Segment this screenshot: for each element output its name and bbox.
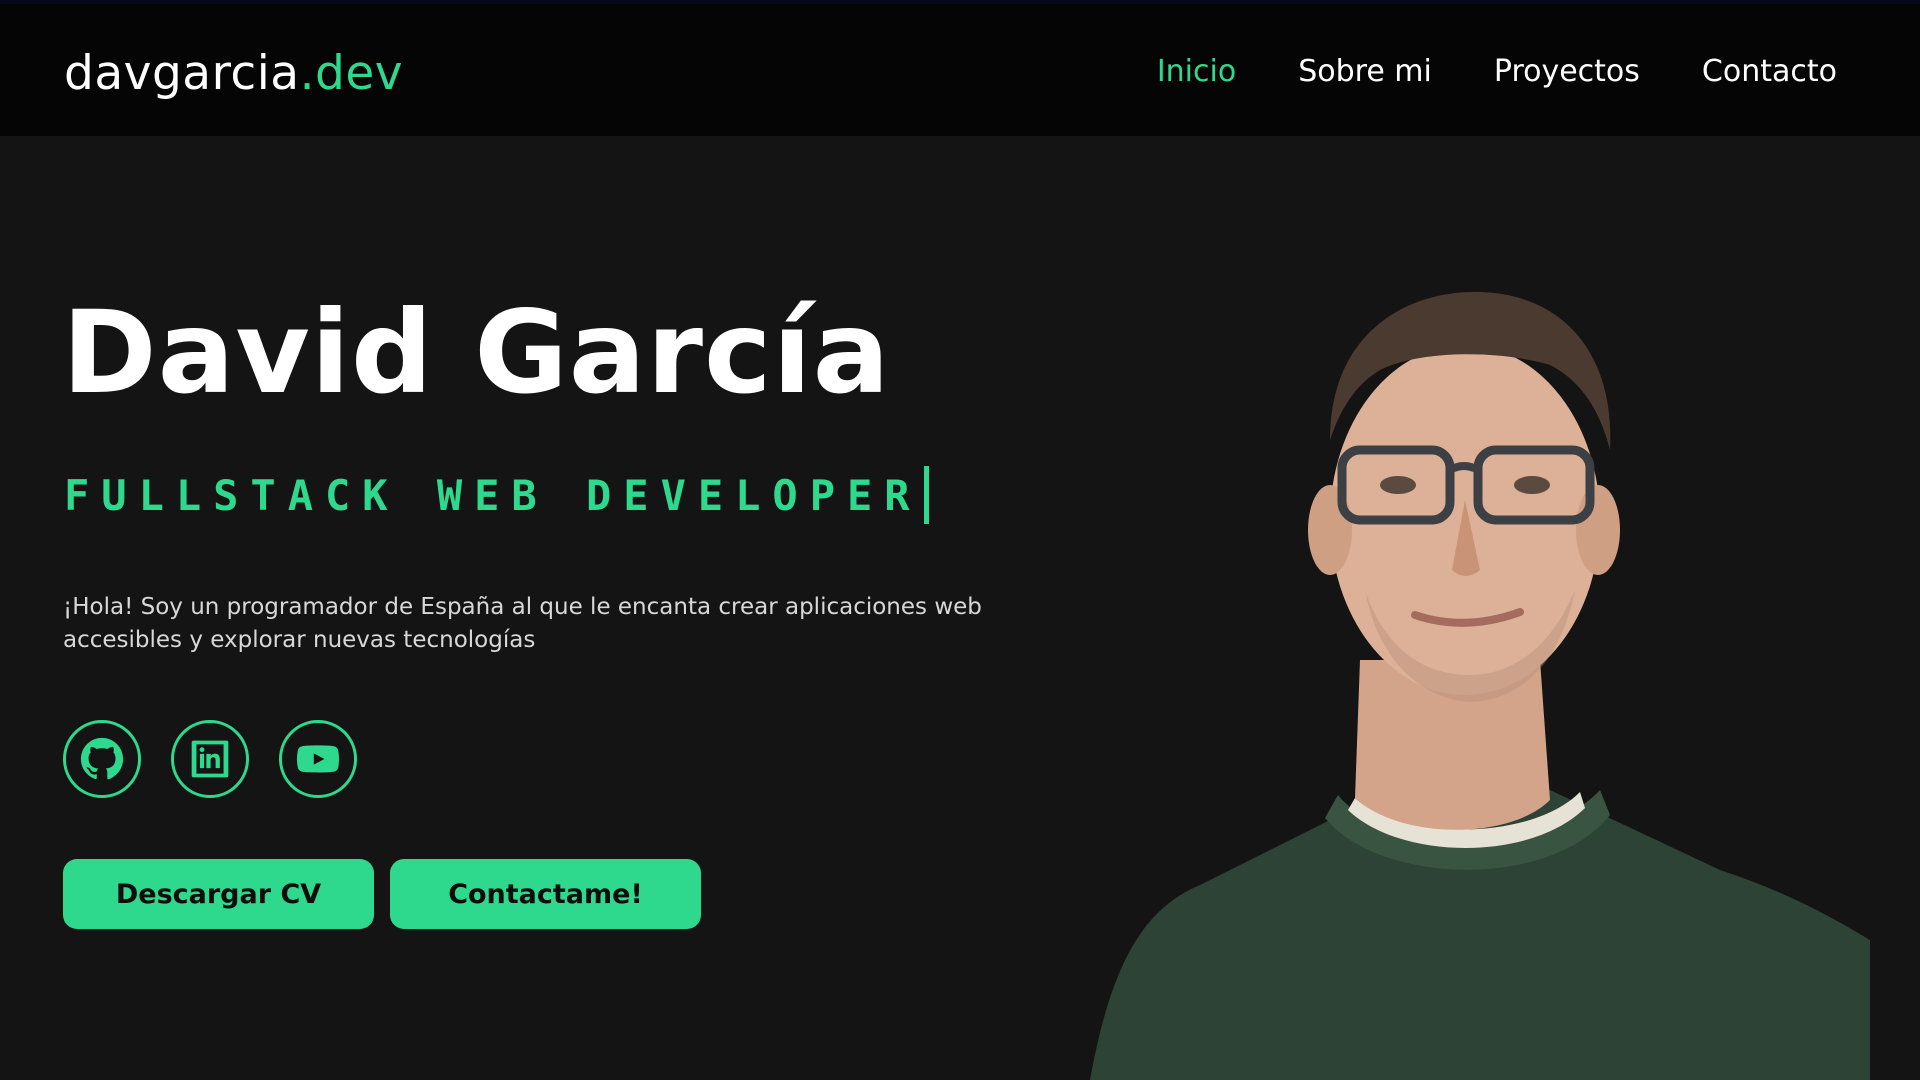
logo-main: davgarcia [64,46,300,101]
linkedin-icon [191,740,229,778]
role-text: FULLSTACK WEB DEVELOPER [64,470,922,520]
site-logo[interactable]: davgarcia.dev [64,46,403,101]
linkedin-link[interactable] [171,720,249,798]
main-nav: Inicio Sobre mi Proyectos Contacto [1157,54,1837,89]
profile-photo-illustration [1090,291,1870,1080]
typing-caret [923,466,929,524]
nav-link-contacto[interactable]: Contacto [1702,54,1837,89]
profile-photo [1080,270,1880,1080]
social-links [63,720,357,798]
hero-name: David García [62,286,891,419]
role-title: FULLSTACK WEB DEVELOPER [64,466,929,524]
github-link[interactable] [63,720,141,798]
intro-text: ¡Hola! Soy un programador de España al q… [63,594,982,653]
logo-accent: .dev [299,46,404,101]
top-navbar: davgarcia.dev Inicio Sobre mi Proyectos … [0,0,1920,136]
github-icon [80,737,124,780]
youtube-icon [296,745,340,773]
youtube-link[interactable] [279,720,357,798]
cta-buttons: Descargar CV Contactame! [63,859,701,929]
nav-link-sobre-mi[interactable]: Sobre mi [1298,54,1432,89]
nav-link-inicio[interactable]: Inicio [1157,54,1236,89]
nav-link-proyectos[interactable]: Proyectos [1494,54,1640,89]
contact-button[interactable]: Contactame! [390,859,701,929]
download-cv-button[interactable]: Descargar CV [63,859,374,929]
